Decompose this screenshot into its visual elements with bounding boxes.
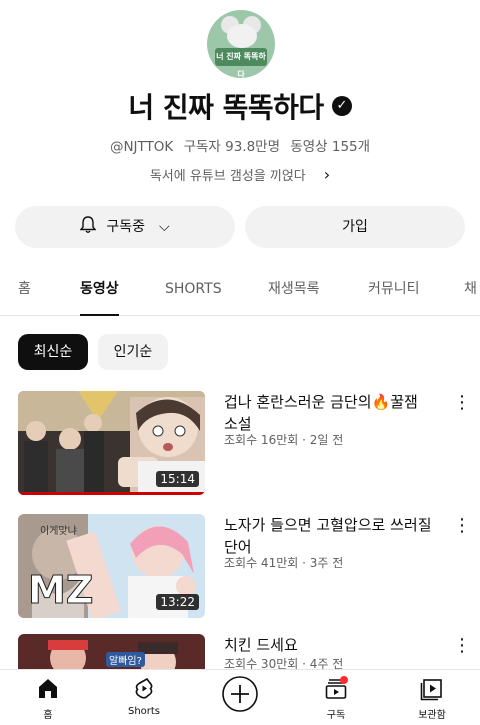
thumbnail-speech-bubble: 알빠임? [106, 652, 145, 667]
video-item[interactable]: 알빠임? 치킨 드세요 조회수 30만회 · 4주 전 ⋮ [0, 634, 480, 669]
subscriptions-icon [325, 676, 348, 699]
tab-community[interactable]: 커뮤니티 [368, 262, 420, 316]
subscriber-count: 구독자 93.8만명 [183, 139, 281, 155]
avatar-face [227, 24, 257, 48]
video-views: 조회수 16만회 [224, 433, 299, 447]
library-icon [420, 679, 442, 701]
video-meta: 조회수 41만회 · 3주 전 [224, 556, 344, 570]
join-button[interactable]: 가입 [245, 206, 465, 248]
video-views: 조회수 30만회 [224, 657, 299, 669]
bell-icon [80, 216, 97, 233]
video-title[interactable]: 노자가 들으면 고혈압으로 쓰러질 단어 [224, 514, 434, 558]
video-duration: 15:14 [156, 471, 199, 487]
channel-title: 너 진짜 똑똑하다 [128, 91, 324, 124]
channel-meta: @NJTTOK 구독자 93.8만명 동영상 155개 [0, 135, 480, 155]
nav-shorts-label: Shorts [127, 706, 161, 717]
channel-description[interactable]: 독서에 유튜브 갬성을 끼얹다 › [0, 165, 480, 184]
nav-library[interactable]: 보관함 [384, 676, 480, 721]
nav-shorts[interactable]: Shorts [96, 676, 192, 717]
create-plus-icon [222, 676, 258, 712]
video-thumbnail[interactable]: 알빠임? [18, 634, 205, 669]
sort-chip-popular[interactable]: 인기순 [98, 334, 168, 370]
video-views: 조회수 41만회 [224, 556, 299, 570]
chevron-down-icon: ⌵ [159, 219, 170, 235]
video-meta: 조회수 16만회 · 2일 전 [224, 433, 344, 447]
video-age: 4주 전 [309, 657, 344, 669]
nav-create[interactable] [192, 674, 288, 714]
more-options-icon[interactable]: ⋮ [453, 636, 471, 656]
tab-shorts[interactable]: SHORTS [165, 262, 222, 316]
watch-progress-bar [18, 492, 205, 495]
more-options-icon[interactable]: ⋮ [453, 393, 471, 413]
join-label: 가입 [342, 219, 368, 235]
video-age: 3주 전 [309, 556, 344, 570]
tab-playlists[interactable]: 재생목록 [268, 262, 320, 316]
video-thumbnail[interactable]: 이게맞냐 MZ 13:22 [18, 514, 205, 618]
home-icon [39, 679, 57, 698]
subscribed-label: 구독중 [106, 219, 145, 235]
thumbnail-overlay-text: MZ [27, 568, 94, 613]
shorts-icon [135, 677, 153, 699]
video-age: 2일 전 [309, 433, 344, 447]
tab-videos[interactable]: 동영상 [80, 262, 119, 316]
nav-subscriptions-label: 구독 [326, 710, 346, 721]
nav-home[interactable]: 홈 [0, 676, 96, 721]
channel-handle: @NJTTOK [109, 139, 174, 155]
channel-tabs: 홈 동영상 SHORTS 재생목록 커뮤니티 채 [0, 262, 480, 316]
verified-check-icon: ✓ [331, 96, 352, 116]
chevron-right-icon: › [323, 165, 331, 184]
video-meta: 조회수 30만회 · 4주 전 [224, 657, 344, 669]
video-duration: 13:22 [156, 594, 199, 610]
thumbnail-speech-bubble: 이게맞냐 [40, 526, 77, 537]
channel-avatar[interactable]: 너 진짜 똑똑하다 [207, 10, 275, 78]
nav-library-label: 보관함 [418, 710, 446, 721]
video-item[interactable]: 이게맞냐 MZ 13:22 노자가 들으면 고혈압으로 쓰러질 단어 조회수 4… [0, 514, 480, 624]
channel-header: 너 진짜 똑똑하다 너 진짜 똑똑하다 ✓ @NJTTOK 구독자 93.8만명 … [0, 0, 480, 200]
bottom-nav: 홈 Shorts 구독 보관함 [0, 669, 480, 725]
nav-subscriptions[interactable]: 구독 [288, 676, 384, 721]
subscribed-button[interactable]: 구독중 ⌵ [15, 206, 235, 248]
nav-home-label: 홈 [43, 710, 53, 721]
sort-chip-latest[interactable]: 최신순 [18, 334, 88, 370]
video-title[interactable]: 치킨 드세요 [224, 634, 434, 656]
tab-channels[interactable]: 채 [464, 262, 477, 316]
avatar-badge-text: 너 진짜 똑똑하다 [215, 48, 267, 78]
video-title[interactable]: 겁나 혼란스러운 금단의🔥꿀잼 소설 [224, 391, 434, 435]
video-count: 동영상 155개 [290, 139, 371, 155]
channel-description-text: 독서에 유튜브 갬성을 끼얹다 [149, 169, 306, 184]
tab-home[interactable]: 홈 [18, 262, 31, 316]
video-item[interactable]: 15:14 겁나 혼란스러운 금단의🔥꿀잼 소설 조회수 16만회 · 2일 전… [0, 391, 480, 501]
more-options-icon[interactable]: ⋮ [453, 516, 471, 536]
channel-title-row: 너 진짜 똑똑하다 ✓ [0, 88, 480, 128]
video-thumbnail[interactable]: 15:14 [18, 391, 205, 495]
